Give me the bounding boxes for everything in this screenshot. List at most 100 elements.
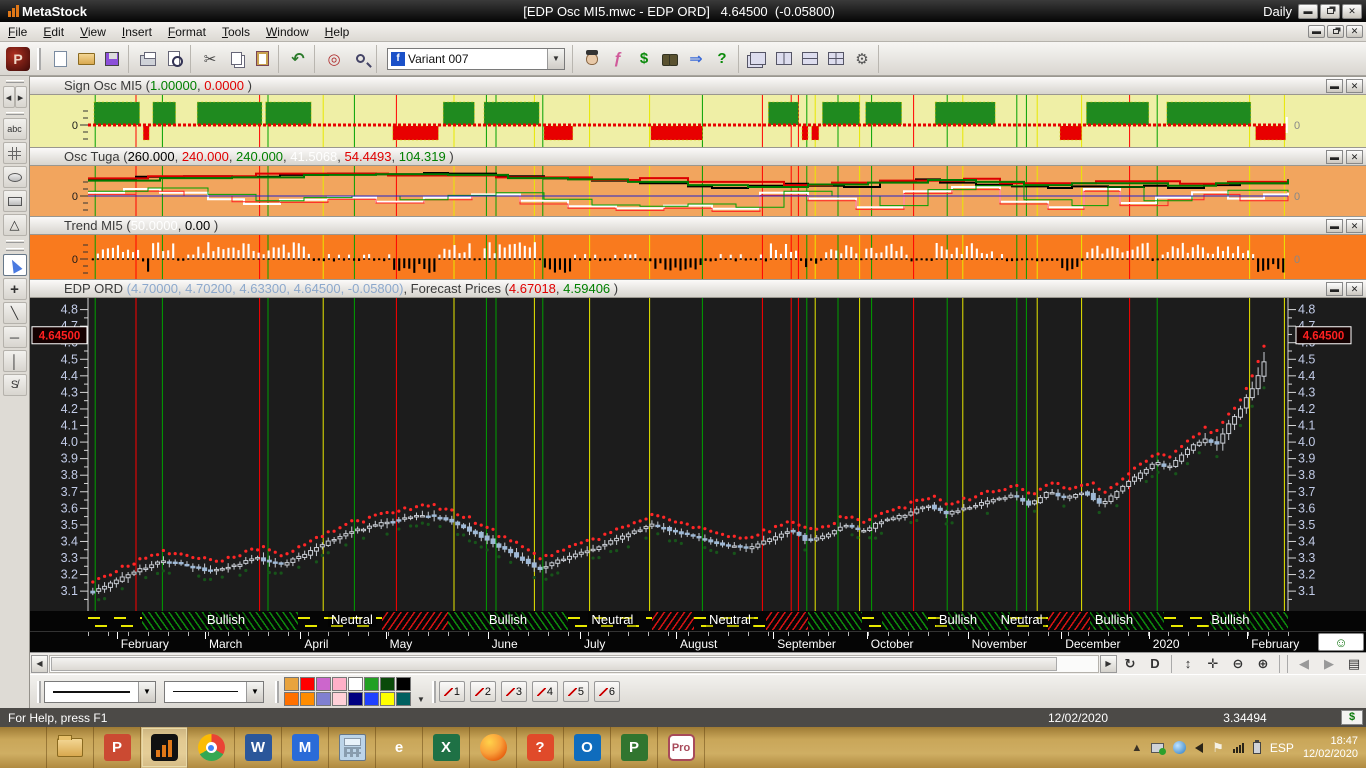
semilog-line-tool-icon[interactable]: S̸ — [2, 374, 27, 396]
taskbar-excel[interactable]: X — [423, 727, 470, 768]
panel-close-icon[interactable]: ✕ — [1346, 149, 1363, 164]
pointer-tool-icon[interactable] — [2, 254, 27, 276]
undo-icon[interactable]: ↶ — [285, 46, 311, 72]
zoom-out-icon[interactable]: ⊖ — [1226, 654, 1250, 673]
panel-minimize-icon[interactable]: ▬ — [1326, 78, 1343, 93]
prev-icon[interactable]: ◀ — [1292, 654, 1316, 673]
target-icon[interactable]: ◎ — [321, 46, 347, 72]
grid-tool-icon[interactable] — [2, 142, 27, 164]
scroll-right-icon[interactable]: ▸ — [14, 86, 27, 108]
taskbar-help[interactable]: ? — [517, 727, 564, 768]
color-swatch[interactable] — [284, 677, 299, 691]
color-swatch[interactable] — [300, 692, 315, 706]
chart-template-button-2[interactable]: 2 — [469, 681, 496, 702]
zoom-icon[interactable] — [347, 46, 373, 72]
menu-tools[interactable]: Tools — [214, 23, 258, 41]
color-swatch[interactable] — [348, 677, 363, 691]
taskbar-calculator[interactable] — [329, 727, 376, 768]
panel-close-icon[interactable]: ✕ — [1346, 78, 1363, 93]
indicator-builder-icon[interactable]: ƒ — [605, 46, 631, 72]
triangle-tool-icon[interactable]: △ — [2, 214, 27, 236]
new-doc-icon[interactable] — [47, 46, 73, 72]
vertical-zoom-icon[interactable]: ↕ — [1176, 654, 1200, 673]
chart-template-button-5[interactable]: 5 — [562, 681, 589, 702]
horizontal-scrollbar[interactable] — [49, 654, 1099, 673]
system-tester-icon[interactable]: $ — [631, 46, 657, 72]
tray-expand-icon[interactable]: ▲ — [1131, 742, 1142, 754]
print-icon[interactable] — [135, 46, 161, 72]
action-center-flag-icon[interactable]: ⚑ — [1212, 740, 1224, 756]
panel-header-price[interactable]: EDP ORD (4.70000, 4.70200, 4.63300, 4.64… — [30, 279, 1366, 298]
color-swatch[interactable] — [284, 692, 299, 706]
palette-dropdown-icon[interactable]: ▼ — [413, 695, 429, 704]
language-indicator[interactable]: ESP — [1270, 741, 1294, 755]
dollar-indicator[interactable]: $ — [1341, 710, 1363, 725]
panel-minimize-icon[interactable]: ▬ — [1326, 149, 1343, 164]
tile-grid-icon[interactable] — [823, 46, 849, 72]
chart-template-button-3[interactable]: 3 — [500, 681, 527, 702]
panel-close-icon[interactable]: ✕ — [1346, 218, 1363, 233]
child-close-button[interactable]: ✕ — [1346, 25, 1363, 38]
taskbar-project[interactable]: P — [611, 727, 658, 768]
refresh-icon[interactable]: ↻ — [1118, 654, 1142, 673]
color-swatch[interactable] — [332, 692, 347, 706]
panel-header-osc-tuga[interactable]: Osc Tuga (260.000, 240.000, 240.000, 41.… — [30, 147, 1366, 166]
panel-minimize-icon[interactable]: ▬ — [1326, 281, 1343, 296]
color-swatch[interactable] — [316, 677, 331, 691]
color-swatch[interactable] — [364, 677, 379, 691]
osc-tuga-chart[interactable]: 00 — [30, 166, 1366, 216]
trendline-tool-icon[interactable]: ╲ — [2, 302, 27, 324]
menu-format[interactable]: Format — [160, 23, 214, 41]
explorer-binoculars-icon[interactable] — [657, 46, 683, 72]
horizontal-line-tool-icon[interactable]: ─ — [2, 326, 27, 348]
combo-dropdown-icon[interactable]: ▼ — [547, 48, 564, 69]
options-gear-icon[interactable]: ⚙ — [849, 46, 875, 72]
taskbar-powerpoint[interactable]: P — [94, 727, 141, 768]
menu-view[interactable]: View — [72, 23, 114, 41]
paste-icon[interactable] — [249, 46, 275, 72]
panel-minimize-icon[interactable]: ▬ — [1326, 218, 1343, 233]
ellipse-tool-icon[interactable] — [2, 166, 27, 188]
menu-file[interactable]: File — [0, 23, 35, 41]
copy-icon[interactable] — [223, 46, 249, 72]
close-button[interactable]: ✕ — [1342, 3, 1362, 19]
child-restore-button[interactable] — [1327, 25, 1344, 38]
taskbar-pro[interactable]: Pro — [658, 727, 705, 768]
network-globe-icon[interactable] — [1173, 741, 1187, 754]
next-icon[interactable]: ▶ — [1317, 654, 1341, 673]
scrollbar-thumb[interactable] — [51, 656, 1058, 671]
minimize-button[interactable]: ▬ — [1298, 3, 1318, 19]
go-arrow-icon[interactable]: ⇒ — [683, 46, 709, 72]
expert-advisor-icon[interactable] — [579, 46, 605, 72]
chart-template-button-6[interactable]: 6 — [593, 681, 620, 702]
panel-close-icon[interactable]: ✕ — [1346, 281, 1363, 296]
color-swatch[interactable] — [300, 677, 315, 691]
print-preview-icon[interactable] — [161, 46, 187, 72]
signal-bars-icon[interactable] — [1232, 742, 1244, 753]
tile-vertical-icon[interactable] — [771, 46, 797, 72]
layout-template-combo[interactable]: f Variant 007 ▼ — [387, 47, 565, 70]
trend-chart[interactable]: 00 — [30, 235, 1366, 279]
taskbar-chrome[interactable] — [188, 727, 235, 768]
rectangle-tool-icon[interactable] — [2, 190, 27, 212]
color-swatch[interactable] — [396, 692, 411, 706]
cascade-icon[interactable] — [745, 46, 771, 72]
taskbar-firefox[interactable] — [470, 727, 517, 768]
color-swatch[interactable] — [396, 677, 411, 691]
panel-header-trend[interactable]: Trend MI5 (50.0000, 0.00 ) ▬ ✕ — [30, 216, 1366, 235]
vertical-line-tool-icon[interactable]: │ — [2, 350, 27, 372]
taskbar-maxthon[interactable]: M — [282, 727, 329, 768]
panel-header-sign-osc[interactable]: Sign Osc MI5 (1.00000, 0.0000 ) ▬ ✕ — [30, 76, 1366, 95]
scroll-left-icon[interactable]: ◂ — [2, 86, 15, 108]
taskbar-metastock[interactable] — [141, 727, 188, 768]
clock[interactable]: 18:47 12/02/2020 — [1303, 735, 1358, 761]
crosshair-tool-icon[interactable]: + — [2, 278, 27, 300]
usb-icon[interactable] — [1151, 742, 1167, 755]
taskbar-outlook[interactable]: O — [564, 727, 611, 768]
taskbar-internet-explorer[interactable]: e — [376, 727, 423, 768]
chart-template-button-1[interactable]: 1 — [438, 681, 465, 702]
line-style-combo[interactable]: ▼ — [44, 680, 156, 703]
color-swatch[interactable] — [332, 677, 347, 691]
smiley-icon[interactable]: ☺ — [1318, 633, 1364, 651]
chart-template-button-4[interactable]: 4 — [531, 681, 558, 702]
